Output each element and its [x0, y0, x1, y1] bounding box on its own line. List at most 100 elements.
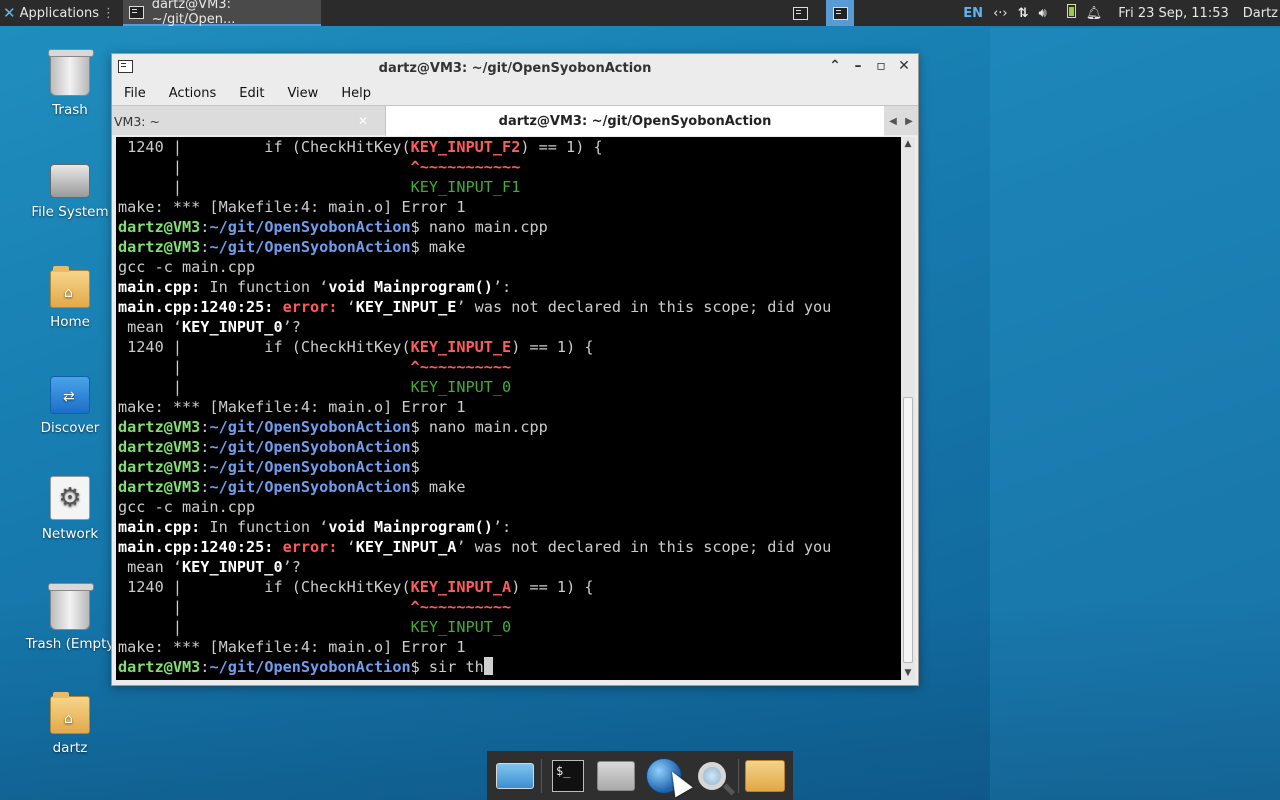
shade-icon[interactable]: ⌃ [826, 58, 844, 74]
keyboard-layout-indicator[interactable]: EN [963, 6, 983, 21]
tab-bar: VM3: ~ ✕ dartz@VM3: ~/git/OpenSyobonActi… [112, 105, 918, 136]
menu-view[interactable]: View [283, 86, 322, 101]
trash-icon [48, 49, 94, 96]
network-icon[interactable]: ‹·› [993, 6, 1008, 21]
applications-label: Applications [19, 5, 99, 21]
desktop-icon-label: File System [31, 204, 109, 220]
scroll-up-icon[interactable]: ▲ [901, 137, 915, 151]
terminal-text: ~/git/OpenSyobonAction [209, 218, 411, 236]
dock-app-finder[interactable] [688, 753, 736, 799]
workspace-2-button[interactable] [826, 0, 854, 26]
desktop-icon-dartz[interactable]: ⌂ dartz [20, 692, 120, 756]
desktop-icon-trash[interactable]: Trash [20, 49, 120, 118]
terminal-text: ~/git/OpenSyobonAction [209, 418, 411, 436]
desktop-icon-trash-empty[interactable]: Trash (Empty [20, 583, 120, 652]
close-icon[interactable]: ✕ [895, 58, 913, 74]
terminal-line: | ^~~~~~~~~~~ [118, 597, 831, 617]
tab-label: VM3: ~ [114, 113, 160, 129]
top-panel: ✕ Applications ⋮ dartz@VM3: ~/git/Open..… [0, 0, 1280, 27]
terminal-line: | KEY_INPUT_0 [118, 617, 831, 637]
bell-icon[interactable]: 🔔︎ [1086, 6, 1103, 21]
terminal-text: make: *** [Makefile:4: main.o] Error 1 [118, 638, 466, 656]
desktop-icon-home[interactable]: ⌂ Home [20, 266, 120, 330]
terminal-line: dartz@VM3:~/git/OpenSyobonAction$ sir th [118, 657, 831, 677]
terminal-line: dartz@VM3:~/git/OpenSyobonAction$ [118, 457, 831, 477]
terminal-text: ’? [282, 318, 301, 336]
terminal-line: | KEY_INPUT_0 [118, 377, 831, 397]
terminal-text: 1240 | if (CheckHitKey( [118, 338, 411, 356]
menu-help[interactable]: Help [337, 86, 375, 101]
terminal-text: make: *** [Makefile:4: main.o] Error 1 [118, 398, 466, 416]
taskbar-window-button[interactable]: dartz@VM3: ~/git/Open... [123, 0, 321, 27]
menu-edit[interactable]: Edit [235, 86, 268, 101]
terminal-text: | [118, 598, 411, 616]
maximize-icon[interactable]: ▫ [872, 58, 890, 74]
user-menu[interactable]: Dartz [1243, 6, 1278, 21]
folder-icon [745, 759, 785, 792]
clock[interactable]: Fri 23 Sep, 11:53 [1118, 6, 1229, 21]
terminal-text: dartz@VM3 [118, 458, 201, 476]
terminal-text: ~/git/OpenSyobonAction [209, 458, 411, 476]
terminal-text: KEY_INPUT_0 [182, 558, 283, 576]
file-manager-icon [597, 760, 635, 791]
tab-vm3-home[interactable]: VM3: ~ ✕ [112, 108, 384, 134]
terminal-text: ~/git/OpenSyobonAction [209, 658, 411, 676]
tab-scroll-right-icon[interactable]: ▶ [902, 110, 916, 132]
workspace-1-button[interactable] [786, 0, 814, 26]
dock-separator [738, 758, 739, 793]
terminal-text: gcc -c main.cpp [118, 258, 256, 276]
applications-menu-button[interactable]: ✕ Applications ⋮ [0, 0, 121, 26]
terminal-text: main.cpp:1240:25: [118, 538, 274, 556]
terminal-icon [129, 5, 144, 19]
window-titlebar[interactable]: dartz@VM3: ~/git/OpenSyobonAction ⌃ – ▫ … [112, 54, 918, 82]
dock-folder[interactable] [741, 753, 789, 799]
terminal-output[interactable]: 1240 | if (CheckHitKey( KEY_INPUT_F2) == … [116, 137, 901, 680]
scrollbar-thumb[interactable] [903, 397, 913, 663]
terminal-line: dartz@VM3:~/git/OpenSyobonAction$ [118, 437, 831, 457]
desktop-icon-discover[interactable]: ⇄ Discover [20, 376, 120, 436]
terminal-text: KEY_INPUT_E [410, 338, 512, 356]
battery-icon[interactable] [1057, 4, 1076, 22]
terminal-icon: $_ [552, 759, 584, 792]
dock-terminal[interactable]: $_ [544, 753, 592, 799]
terminal-text: KEY_INPUT_0 [182, 318, 283, 336]
terminal-line: mean ‘KEY_INPUT_0’? [118, 317, 831, 337]
terminal-line: dartz@VM3:~/git/OpenSyobonAction$ nano m… [118, 417, 831, 437]
terminal-text: dartz@VM3 [118, 478, 201, 496]
terminal-line: | KEY_INPUT_F1 [118, 177, 831, 197]
terminal-line: main.cpp: In function ‘void Mainprogram(… [118, 277, 831, 297]
dock-file-manager[interactable] [592, 753, 640, 799]
desktop-icon-file-system[interactable]: File System [20, 158, 120, 220]
terminal-text: mean ‘ [118, 558, 183, 576]
terminal-text: dartz@VM3 [118, 418, 201, 436]
terminal-text: ) == 1) { [520, 138, 603, 156]
tab-opensyobonaction[interactable]: dartz@VM3: ~/git/OpenSyobonAction [385, 106, 884, 136]
scroll-down-icon[interactable]: ▼ [901, 666, 915, 680]
drive-icon [50, 164, 90, 198]
home-folder-icon: ⌂ [50, 266, 90, 308]
terminal-text: void Mainprogram() [328, 278, 493, 296]
terminal-text: KEY_INPUT_E [355, 298, 457, 316]
desktop-icon-label: Network [41, 526, 99, 542]
terminal-text: ^~~~~~~~~~~ [410, 598, 512, 616]
terminal-scrollbar[interactable]: ▲ ▼ [901, 137, 915, 680]
menu-file[interactable]: File [120, 86, 150, 101]
desktop-icon-network[interactable]: ⚙ Network [20, 476, 120, 542]
terminal-line: 1240 | if (CheckHitKey(KEY_INPUT_A) == 1… [118, 577, 831, 597]
volume-icon[interactable]: 🔊︎ [1039, 6, 1047, 21]
terminal-text: In function ‘ [200, 518, 329, 536]
terminal-text: ‘ [337, 538, 356, 556]
terminal-text: KEY_INPUT_F2 [410, 138, 521, 156]
menu-actions[interactable]: Actions [165, 86, 221, 101]
dock-show-desktop[interactable] [491, 753, 539, 799]
terminal-text: $ nano main.cpp [410, 218, 548, 236]
trash-icon [48, 583, 94, 630]
minimize-icon[interactable]: – [849, 58, 867, 74]
text-cursor [483, 657, 493, 675]
xfce-logo-icon: ✕ [3, 4, 16, 22]
terminal-text: KEY_INPUT_F1 [410, 178, 521, 196]
transfer-icon[interactable]: ⇅ [1018, 6, 1029, 21]
terminal-line: 1240 | if (CheckHitKey(KEY_INPUT_F2) == … [118, 137, 831, 157]
tab-scroll-left-icon[interactable]: ◀ [886, 110, 900, 132]
tab-close-icon[interactable]: ✕ [358, 114, 368, 128]
